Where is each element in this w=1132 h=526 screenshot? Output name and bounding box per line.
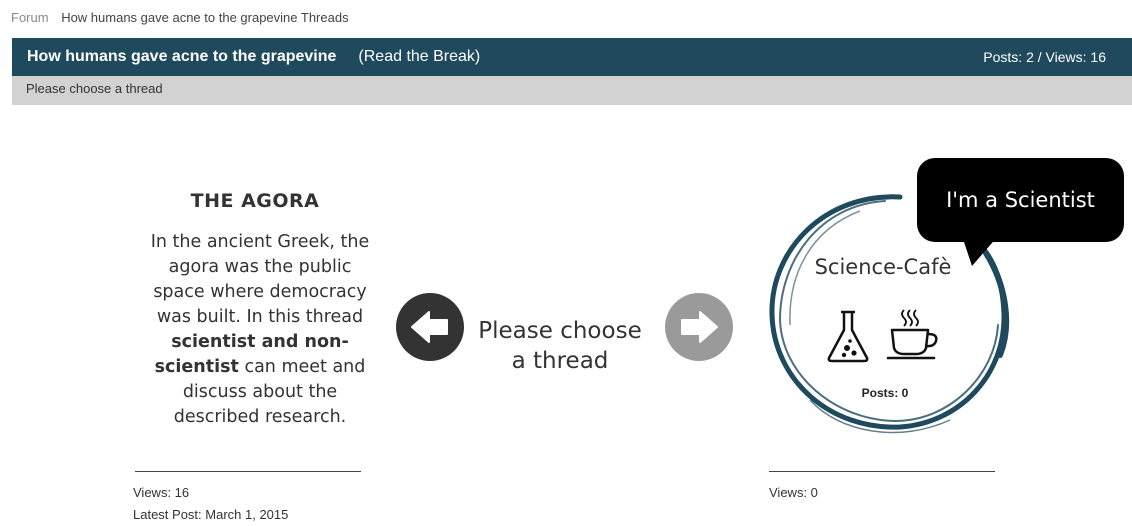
divider xyxy=(769,471,995,472)
thread-stats: Posts: 2 / Views: 16 xyxy=(983,49,1106,65)
agora-text-line: described research. xyxy=(173,407,347,427)
cafe-meta: Views: 0 xyxy=(769,482,818,504)
agora-text-bold: scientist xyxy=(154,357,239,377)
agora-text-line: can meet and xyxy=(244,357,366,377)
breadcrumb-forum-link[interactable]: Forum xyxy=(11,10,49,25)
cafe-views: Views: 0 xyxy=(769,485,818,500)
science-cafe-title[interactable]: Science-Cafè xyxy=(793,255,973,279)
agora-latest-post: Latest Post: March 1, 2015 xyxy=(133,507,289,522)
bubble-tail xyxy=(962,236,998,266)
arrow-left-icon xyxy=(411,311,448,343)
agora-text-line: In the ancient Greek, the xyxy=(150,232,370,252)
agora-text-line: agora was the public xyxy=(168,257,352,277)
agora-text-bold: scientist and non- xyxy=(171,332,349,352)
coffee-cup-icon xyxy=(886,309,938,360)
cafe-posts-count: Posts: 0 xyxy=(861,386,909,400)
agora-text-line: space where democracy xyxy=(153,282,367,302)
thread-header-bar: How humans gave acne to the grapevine (R… xyxy=(12,38,1132,76)
agora-title: THE AGORA xyxy=(190,190,320,212)
read-the-break-link[interactable]: (Read the Break) xyxy=(358,48,480,66)
arrow-right-icon xyxy=(681,311,718,343)
next-thread-button[interactable] xyxy=(665,293,733,361)
page-title: How humans gave acne to the grapevine xyxy=(27,48,337,65)
agora-meta: Views: 16 Latest Post: March 1, 2015 xyxy=(133,482,288,526)
agora-text-line: was built. In this thread xyxy=(156,307,364,327)
breadcrumb-current: How humans gave acne to the grapevine Th… xyxy=(61,10,349,25)
divider xyxy=(135,471,361,472)
bubble-label: I'm a Scientist xyxy=(946,188,1095,212)
agora-text-line: discuss about the xyxy=(182,382,338,402)
subheading-bar: Please choose a thread xyxy=(12,76,1132,105)
choose-thread-line: Please choose xyxy=(478,318,642,344)
im-a-scientist-bubble[interactable]: I'm a Scientist xyxy=(917,158,1124,242)
subheading-text: Please choose a thread xyxy=(26,81,163,96)
agora-views: Views: 16 xyxy=(133,485,190,500)
flask-icon xyxy=(827,310,869,363)
previous-thread-button[interactable] xyxy=(396,293,464,361)
choose-thread-prompt: Please choose a thread xyxy=(470,316,650,376)
breadcrumb: Forum How humans gave acne to the grapev… xyxy=(11,10,349,25)
choose-thread-line: a thread xyxy=(511,348,609,374)
agora-description: In the ancient Greek, the agora was the … xyxy=(135,230,385,430)
